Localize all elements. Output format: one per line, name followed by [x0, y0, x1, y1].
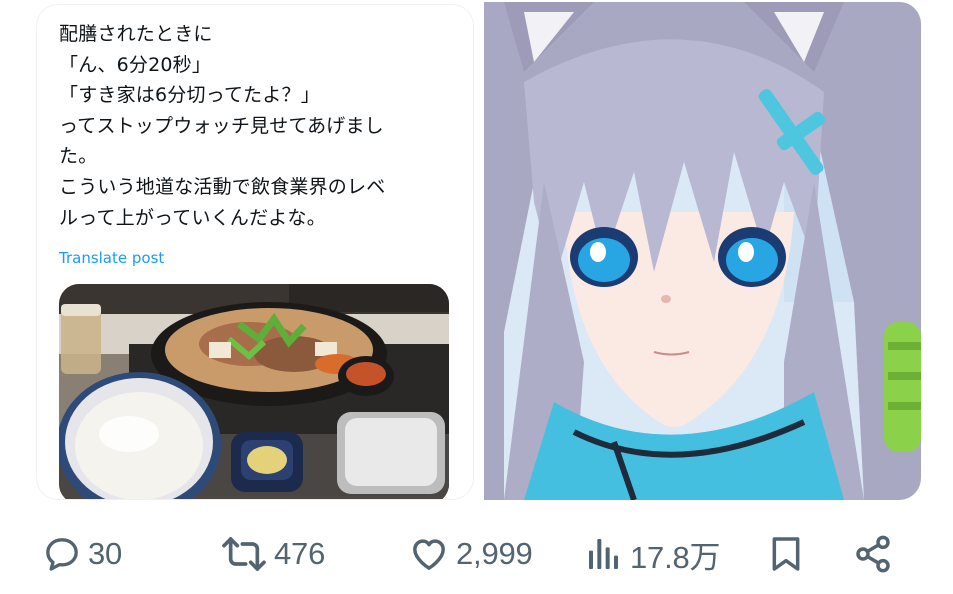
repost-button[interactable]: 476: [220, 530, 325, 578]
anime-character-image[interactable]: [484, 2, 921, 500]
views-button[interactable]: 17.8万: [584, 530, 721, 578]
like-button[interactable]: 2,999: [408, 530, 533, 578]
quoted-post-text: 配膳されたときに 「ん、6分20秒」 「すき家は6分切ってたよ？」 ってストップ…: [59, 19, 461, 233]
quoted-post-line: た。: [59, 145, 98, 168]
translate-post-link[interactable]: Translate post: [59, 249, 164, 267]
quoted-post-line: ルって上がっていくんだよな。: [59, 206, 326, 229]
reply-count: 30: [88, 536, 123, 571]
gyudon-meal-illustration: [59, 284, 449, 499]
repost-count: 476: [274, 536, 326, 571]
like-count: 2,999: [456, 536, 533, 571]
repost-icon: [220, 534, 268, 574]
food-photo[interactable]: [59, 284, 449, 499]
bookmark-button[interactable]: [766, 530, 806, 578]
post-action-bar: 30 476 2,999 17.8万: [0, 520, 953, 590]
quoted-post-line: 「すき家は6分切ってたよ？」: [59, 84, 320, 107]
anime-girl-illustration: [484, 2, 921, 500]
quoted-post-card[interactable]: 配膳されたときに 「ん、6分20秒」 「すき家は6分切ってたよ？」 ってストップ…: [36, 4, 474, 500]
quoted-post-line: 「ん、6分20秒」: [59, 53, 212, 76]
share-icon: [852, 534, 894, 574]
quoted-post-line: ってストップウォッチ見せてあげまし: [59, 114, 384, 137]
reply-button[interactable]: 30: [42, 530, 122, 578]
views-count: 17.8万: [630, 539, 721, 575]
bookmark-icon: [766, 534, 806, 574]
quoted-post-line: こういう地道な活動で飲食業界のレベ: [59, 175, 386, 198]
reply-icon: [42, 534, 82, 574]
views-chart-icon: [584, 534, 624, 574]
heart-icon: [408, 534, 450, 574]
post-screenshot: 配膳されたときに 「ん、6分20秒」 「すき家は6分切ってたよ？」 ってストップ…: [0, 0, 953, 594]
quoted-post-line: 配膳されたときに: [59, 23, 213, 45]
share-button[interactable]: [852, 530, 894, 578]
